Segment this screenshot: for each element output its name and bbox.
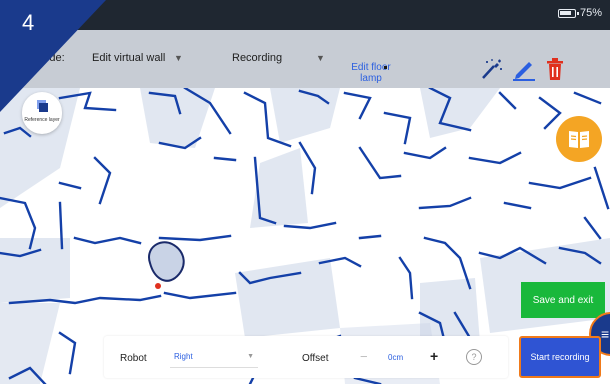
mode-caret-icon[interactable]: ▼: [174, 53, 183, 63]
layers-icon: [37, 100, 48, 112]
edit-floor-lamp-link[interactable]: Edit floor lamp: [340, 62, 402, 84]
robot-marker: [148, 241, 185, 289]
battery-status: 75%: [557, 7, 602, 19]
book-icon: [569, 131, 589, 148]
offset-value[interactable]: 0cm: [388, 353, 403, 362]
recording-select[interactable]: Recording: [232, 52, 282, 64]
guide-button[interactable]: [556, 116, 602, 162]
reference-layer-label: Reference layer: [24, 117, 60, 123]
start-recording-button[interactable]: Start recording: [519, 336, 601, 378]
offset-decrement-button[interactable]: −: [360, 349, 368, 364]
robot-label: Robot: [120, 353, 147, 364]
chevron-down-icon: ▼: [247, 353, 254, 360]
pen-icon[interactable]: [511, 56, 537, 82]
menu-icon: ≡: [601, 326, 610, 342]
battery-level: 75%: [579, 7, 602, 19]
robot-side-value: Right: [174, 352, 193, 361]
offset-label: Offset: [302, 353, 329, 364]
save-and-exit-button[interactable]: Save and exit: [521, 282, 605, 318]
cursor-dot: [384, 66, 387, 69]
reference-layer-button[interactable]: Reference layer: [22, 92, 62, 134]
battery-icon: [557, 8, 579, 18]
offset-increment-button[interactable]: +: [430, 348, 438, 364]
recording-caret-icon[interactable]: ▼: [316, 53, 325, 63]
help-icon[interactable]: ?: [466, 349, 482, 365]
screen: ap 75% t mode: Edit virtual wall ▼ Recor…: [0, 0, 610, 384]
mode-select[interactable]: Edit virtual wall: [92, 52, 165, 64]
trash-icon[interactable]: [543, 56, 569, 82]
recording-controls: Robot Right ▼ Offset − 0cm + ?: [104, 336, 508, 378]
offset-stepper: − 0cm +: [360, 348, 442, 368]
step-number: 4: [22, 10, 35, 35]
toolbar: t mode: Edit virtual wall ▼ Recording ▼ …: [0, 30, 610, 88]
magic-wand-icon[interactable]: [480, 56, 506, 82]
robot-side-select[interactable]: Right ▼: [170, 348, 258, 368]
